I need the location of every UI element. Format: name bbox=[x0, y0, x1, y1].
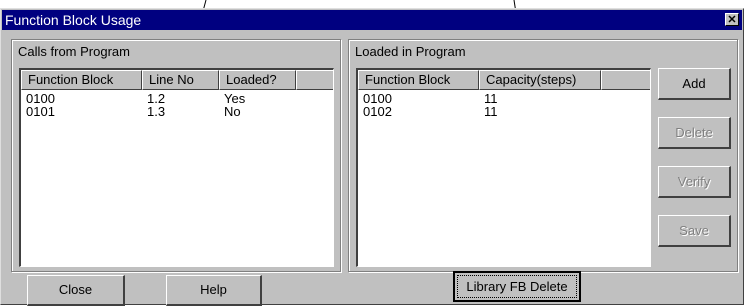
help-button[interactable]: Help bbox=[166, 275, 262, 306]
column-header-filler bbox=[296, 70, 333, 90]
calls-from-program-label: Calls from Program bbox=[18, 44, 130, 59]
save-button[interactable]: Save bbox=[658, 215, 731, 247]
loaded-in-program-label: Loaded in Program bbox=[355, 44, 466, 59]
add-button[interactable]: Add bbox=[658, 68, 731, 100]
column-header-loaded[interactable]: Loaded? bbox=[219, 70, 296, 90]
column-header-function-block[interactable]: Function Block bbox=[21, 70, 142, 90]
column-header-line-no[interactable]: Line No bbox=[142, 70, 219, 90]
loaded-list[interactable]: Function Block Capacity(steps) 0100 11 0… bbox=[356, 68, 651, 267]
column-header-capacity[interactable]: Capacity(steps) bbox=[479, 70, 601, 90]
column-header-filler bbox=[601, 70, 650, 90]
close-button[interactable]: Close bbox=[27, 275, 125, 306]
window-title: Function Block Usage bbox=[5, 12, 142, 28]
verify-button[interactable]: Verify bbox=[658, 166, 731, 198]
loaded-in-program-group: Loaded in Program Function Block Capacit… bbox=[348, 39, 738, 272]
close-icon[interactable]: ✕ bbox=[725, 13, 739, 26]
function-block-usage-dialog: Function Block Usage ✕ Calls from Progra… bbox=[0, 8, 744, 306]
title-bar: Function Block Usage ✕ bbox=[2, 10, 742, 30]
library-fb-delete-button[interactable]: Library FB Delete bbox=[453, 271, 581, 302]
calls-from-program-group: Calls from Program Function Block Line N… bbox=[11, 39, 341, 272]
column-header-function-block[interactable]: Function Block bbox=[358, 70, 479, 90]
delete-button[interactable]: Delete bbox=[658, 117, 731, 149]
calls-list[interactable]: Function Block Line No Loaded? 0100 1.2 … bbox=[19, 68, 334, 267]
